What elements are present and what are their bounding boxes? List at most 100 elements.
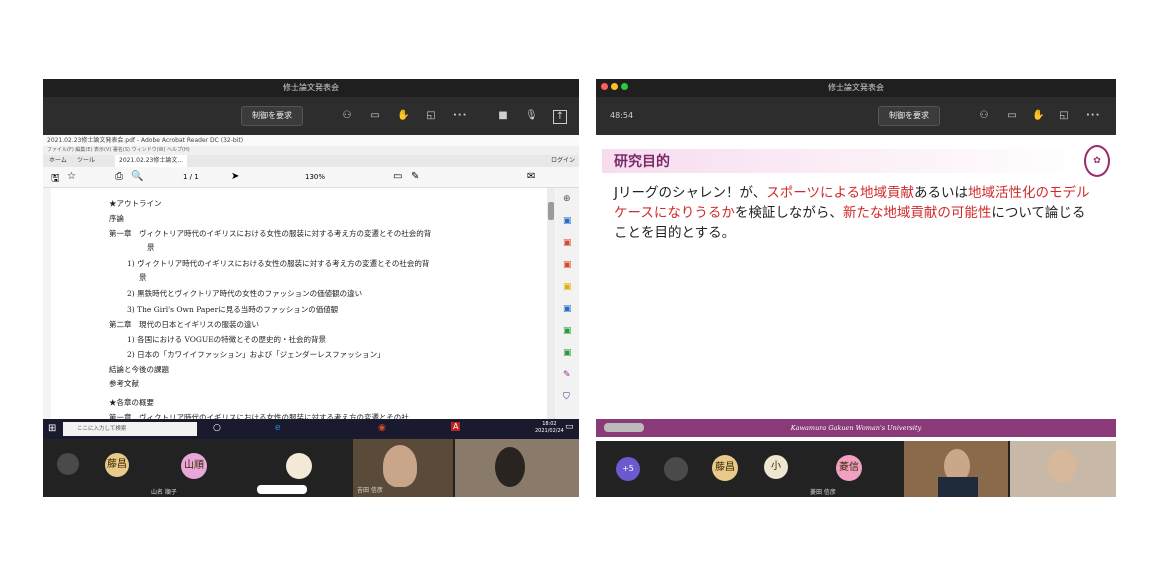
participants-icon[interactable]: ⚇ [341,110,353,122]
slide-body: Jリーグのシャレン！が、スポーツによる地域貢献あるいは地域活性化のモデルケースに… [614,183,1094,243]
left-meeting-window: 修士論文発表会 制御を要求 ⚇ ▭ ✋ ◱ ··· ■ 🎙 ↑ 2021.02.… [43,79,579,497]
windows-taskbar: ⊞ ここに入力して検索 ○ e ◉ A 18:02 2021/02/24 ▭ [43,419,579,439]
sidebar-create-icon[interactable]: ▣ [563,260,572,270]
close-window-icon[interactable] [601,83,608,90]
slide-highlight: スポーツによる地域貢献 [766,185,915,201]
tab-document[interactable]: 2021.02.23修士論文... [115,155,188,167]
minimize-window-icon[interactable] [611,83,618,90]
chat-icon[interactable]: ▭ [369,110,381,122]
slide-title: 研究目的 [614,154,670,170]
participant-photo-avatar [664,457,688,481]
outline-line: 結論と今後の課題 [109,365,169,374]
task-view-icon[interactable]: ○ [213,423,221,433]
zoom-search-icon[interactable]: 🔍 [131,171,143,182]
outline-line: ★各章の概要 [109,398,154,407]
raise-hand-icon[interactable]: ✋ [1032,110,1044,122]
acrobat-taskbar-icon[interactable]: A [451,422,461,431]
participant-name: 山名 順子 [151,489,177,496]
participant-video [1010,441,1116,497]
select-cursor-icon[interactable]: ➤ [231,171,239,182]
sidebar-zoom-icon[interactable]: ⊕ [563,194,571,204]
pdf-toolbar: 🖫 ☆ ⎙ 🔍 1 / 1 ➤ 130% ▭ ✎ ✉ [43,167,579,188]
participant-name: 吉田 信彦 [357,487,383,494]
edge-icon[interactable]: e [275,423,281,433]
pdf-tools-sidebar: ⊕ ▣ ▣ ▣ ▣ ▣ ▣ ▣ ✎ ⛉ [557,188,579,419]
tab-home[interactable]: ホーム [49,155,67,167]
participant-name: 菱田 信彦 [810,489,836,496]
shared-pdf-viewer: 2021.02.23修士論文発表会.pdf - Adobe Acrobat Re… [43,135,579,422]
sidebar-organize-icon[interactable]: ▣ [563,326,572,336]
presenter-name-redacted [604,423,644,432]
pdf-page: ★アウトライン 序論 第一章 ヴィクトリア時代のイギリスにおける女性の服装に対す… [51,188,548,422]
login-link[interactable]: ログイン [551,155,575,167]
pen-icon[interactable]: ✎ [411,171,419,182]
rooms-icon[interactable]: ◱ [425,110,437,122]
zoom-level[interactable]: 130% [305,173,325,181]
more-options-icon[interactable]: ··· [1086,110,1099,122]
participant-name-redacted [257,485,307,494]
participant-face [1048,449,1076,483]
mail-icon[interactable]: ✉ [527,171,535,182]
outline-line: ★アウトライン [109,199,162,208]
participant-video [455,439,579,497]
windows-start-icon[interactable]: ⊞ [48,423,56,434]
pdf-window-title: 2021.02.23修士論文発表会.pdf - Adobe Acrobat Re… [43,135,579,146]
more-options-icon[interactable]: ··· [453,110,466,122]
meeting-toolbar: 制御を要求 ⚇ ▭ ✋ ◱ ··· ■ 🎙 ↑ [43,97,579,135]
participant-face [383,445,417,487]
notification-icon[interactable]: ▭ [565,422,574,432]
slide-footer: Kawamura Gakuen Woman's University [596,419,1116,437]
pdf-scrollbar[interactable] [547,188,555,419]
participant-avatar: 山順 [181,453,207,479]
bookmark-star-icon[interactable]: ☆ [67,171,76,182]
more-participants-badge[interactable]: +5 [616,457,640,481]
taskbar-search[interactable]: ここに入力して検索 [63,422,197,436]
shared-slide: 研究目的 ✿ Jリーグのシャレン！が、スポーツによる地域貢献あるいは地域活性化の… [596,135,1116,441]
chrome-icon[interactable]: ◉ [378,423,386,433]
sidebar-combine-icon[interactable]: ▣ [563,304,572,314]
scroll-thumb[interactable] [548,202,554,220]
participant-strip: +5 藤昌 小 菱信 菱田 信彦 [596,441,1116,497]
taskbar-date: 2021/02/24 [535,428,564,434]
sidebar-sign-icon[interactable]: ✎ [563,370,571,380]
right-meeting-window: 修士論文発表会 48:54 制御を要求 ⚇ ▭ ✋ ◱ ··· 研究目的 ✿ J… [596,79,1116,497]
save-icon[interactable]: 🖫 [51,171,60,188]
outline-line: 第二章 現代の日本とイギリスの服装の違い [109,320,259,329]
request-control-button[interactable]: 制御を要求 [241,106,303,126]
window-title: 修士論文発表会 [596,79,1116,97]
slide-text: あるいは [914,185,969,201]
maximize-window-icon[interactable] [621,83,628,90]
print-icon[interactable]: ⎙ [115,171,123,182]
outline-line: 第一章 ヴィクトリア時代のイギリスにおける女性の服装に対する考え方の変遷とその社… [109,229,432,238]
window-title: 修士論文発表会 [43,79,579,97]
chat-icon[interactable]: ▭ [1006,110,1018,122]
university-logo: ✿ [1084,145,1110,177]
request-control-button[interactable]: 制御を要求 [878,106,940,126]
meeting-timer: 48:54 [610,111,634,120]
share-icon[interactable]: ↑ [553,110,567,124]
sidebar-comment-icon[interactable]: ▣ [563,282,572,292]
microphone-icon[interactable]: 🎙 [525,110,538,122]
outline-line: 景 [139,273,147,282]
sidebar-edit-icon[interactable]: ▣ [563,238,572,248]
sidebar-export-icon[interactable]: ▣ [563,216,572,226]
slide-text: を検証しながら、 [734,205,843,221]
outline-line: 序論 [109,214,124,223]
participant-avatar: 藤昌 [712,455,738,481]
pdf-menu-bar[interactable]: ファイル(F) 編集(E) 表示(V) 署名(S) ウィンドウ(W) ヘルプ(H… [43,146,579,155]
participants-icon[interactable]: ⚇ [978,110,990,122]
outline-line: 景 [147,243,155,252]
slide-title-band [602,149,1080,173]
participant-avatar [286,453,312,479]
comment-icon[interactable]: ▭ [393,171,402,182]
rooms-icon[interactable]: ◱ [1058,110,1070,122]
raise-hand-icon[interactable]: ✋ [397,110,409,122]
camera-icon[interactable]: ■ [497,110,509,122]
sidebar-protect-icon[interactable]: ⛉ [563,392,570,402]
sidebar-compress-icon[interactable]: ▣ [563,348,572,358]
tab-tools[interactable]: ツール [77,155,95,167]
page-indicator[interactable]: 1 / 1 [183,173,199,181]
participant-avatar: 菱信 [836,455,862,481]
slide-text: Jリーグのシャレン！が、 [614,185,767,201]
outline-line: 3) The Girl's Own Paperに見る当時のファッションの価値観 [127,305,339,314]
